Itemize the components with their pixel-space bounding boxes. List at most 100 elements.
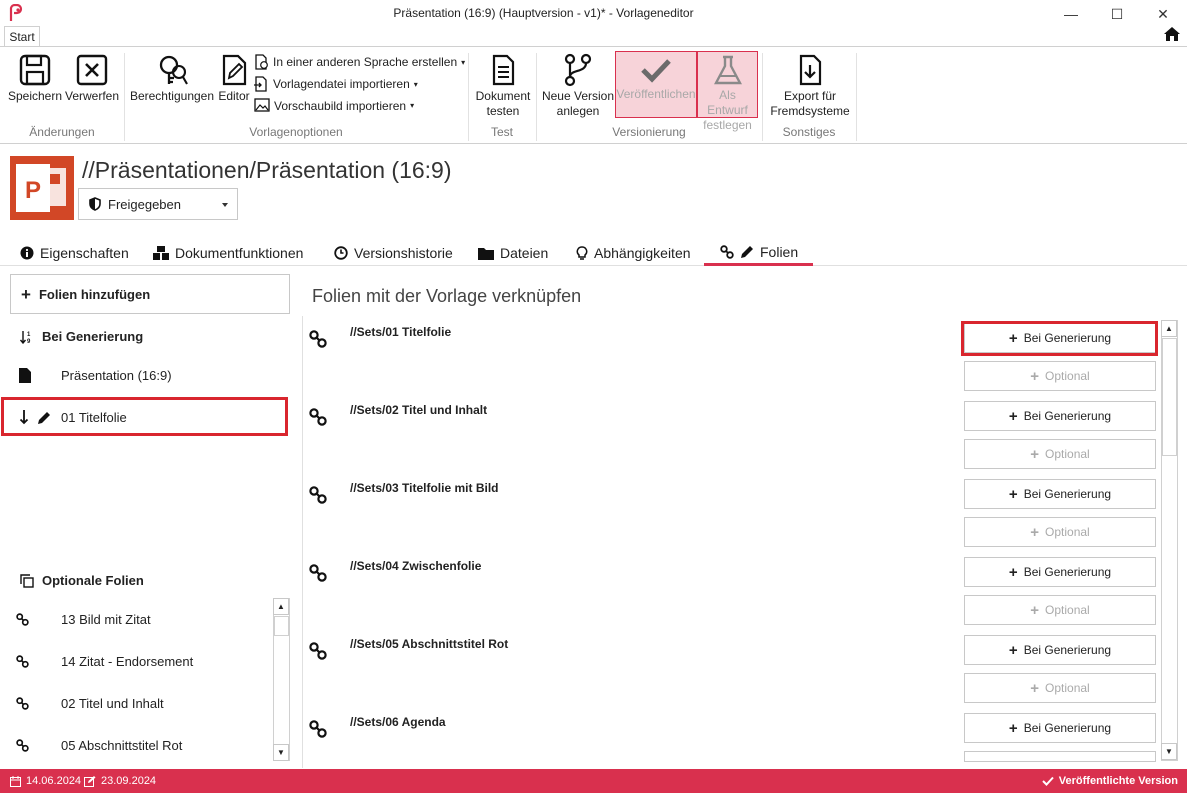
export-label-line2: Fremdsysteme bbox=[770, 104, 850, 118]
optional-heading: Optionale Folien bbox=[20, 573, 144, 588]
scroll-thumb[interactable] bbox=[274, 616, 289, 636]
slide-title: //Sets/02 Titel und Inhalt bbox=[350, 403, 488, 417]
new-version-label-line2: anlegen bbox=[556, 104, 600, 118]
new-version-label-line1: Neue Version bbox=[541, 89, 615, 103]
optional-button[interactable] bbox=[964, 751, 1156, 762]
permissions-label: Berechtigungen bbox=[129, 89, 215, 103]
list-item[interactable]: 13 Bild mit Zitat bbox=[16, 612, 151, 627]
on-generation-button[interactable]: + Bei Generierung bbox=[964, 713, 1156, 743]
scroll-down-button[interactable]: ▼ bbox=[1161, 743, 1177, 760]
import-preview-label: Vorschaubild importieren bbox=[274, 98, 407, 113]
slide-title: //Sets/06 Agenda bbox=[350, 715, 446, 729]
list-item[interactable]: Präsentation (16:9) bbox=[16, 368, 172, 383]
tab-document-functions[interactable]: Dokumentfunktionen bbox=[153, 240, 303, 266]
plus-icon: + bbox=[21, 284, 31, 304]
scroll-up-button[interactable]: ▲ bbox=[1161, 320, 1177, 337]
editor-button[interactable]: Editor bbox=[216, 53, 252, 104]
plus-icon: + bbox=[1008, 719, 1018, 737]
group-label-changes: Änderungen bbox=[29, 125, 95, 139]
group-label-test: Test bbox=[490, 125, 513, 139]
tab-properties[interactable]: Eigenschaften bbox=[20, 240, 129, 266]
publish-button[interactable]: Veröffentlichen bbox=[615, 51, 697, 118]
svg-text:1: 1 bbox=[27, 332, 31, 338]
minimize-button[interactable]: — bbox=[1048, 0, 1094, 28]
create-language-button[interactable]: In einer anderen Sprache erstellen ▾ bbox=[254, 54, 465, 70]
created-date: 14.06.2024 bbox=[10, 775, 81, 787]
discard-button[interactable]: Verwerfen bbox=[64, 53, 120, 104]
maximize-button[interactable]: ☐ bbox=[1094, 0, 1140, 28]
optional-button[interactable]: + Optional bbox=[964, 439, 1156, 469]
scroll-up-button[interactable]: ▲ bbox=[273, 598, 289, 615]
close-button[interactable]: ✕ bbox=[1140, 0, 1186, 28]
on-generation-button[interactable]: + Bei Generierung bbox=[964, 635, 1156, 665]
save-icon bbox=[19, 54, 51, 86]
new-version-button[interactable]: Neue Version anlegen bbox=[540, 53, 616, 119]
folder-icon bbox=[478, 247, 494, 260]
tab-files[interactable]: Dateien bbox=[478, 240, 548, 266]
scroll-down-button[interactable]: ▼ bbox=[273, 744, 289, 761]
list-item[interactable]: 05 Abschnittstitel Rot bbox=[16, 738, 182, 753]
powerpoint-icon: P bbox=[10, 156, 74, 220]
generation-heading: 19 Bei Generierung bbox=[20, 329, 143, 344]
tab-dependencies[interactable]: Abhängigkeiten bbox=[576, 240, 691, 266]
optional-button[interactable]: + Optional bbox=[964, 361, 1156, 391]
home-icon[interactable] bbox=[1163, 26, 1181, 44]
file-icon bbox=[19, 368, 31, 383]
group-label-misc: Sonstiges bbox=[782, 125, 836, 139]
link-icon bbox=[309, 564, 327, 582]
section-heading: Folien mit der Vorlage verknüpfen bbox=[312, 286, 582, 306]
add-slides-button[interactable]: + Folien hinzufügen bbox=[10, 274, 290, 314]
save-button[interactable]: Speichern bbox=[6, 53, 64, 104]
list-item[interactable]: 02 Titel und Inhalt bbox=[16, 696, 164, 711]
group-label-template-options: Vorlagenoptionen bbox=[249, 125, 343, 139]
on-generation-button[interactable]: + Bei Generierung bbox=[964, 557, 1156, 587]
slide-title: //Sets/04 Zwischenfolie bbox=[350, 559, 482, 573]
document-globe-icon bbox=[255, 54, 268, 70]
tab-label: Dateien bbox=[500, 245, 549, 261]
permissions-button[interactable]: Berechtigungen bbox=[128, 53, 216, 104]
scroll-thumb[interactable] bbox=[1162, 338, 1177, 456]
tab-slides[interactable]: Folien bbox=[704, 240, 813, 266]
optional-button[interactable]: + Optional bbox=[964, 595, 1156, 625]
ribbon-tab-start[interactable]: Start bbox=[4, 26, 40, 47]
checkmark-icon bbox=[1042, 776, 1054, 786]
cubes-icon bbox=[153, 246, 169, 260]
link-icon bbox=[720, 244, 734, 259]
test-document-label-line2: testen bbox=[486, 104, 520, 118]
plus-icon: + bbox=[1008, 641, 1018, 659]
publish-label: Veröffentlichen bbox=[616, 87, 696, 101]
modified-date-value: 23.09.2024 bbox=[101, 775, 157, 787]
tab-label: Versionshistorie bbox=[354, 245, 453, 261]
on-generation-button[interactable]: + Bei Generierung bbox=[964, 479, 1156, 509]
set-draft-button[interactable]: Als Entwurf festlegen bbox=[697, 51, 758, 132]
lightbulb-icon bbox=[576, 245, 588, 260]
arrow-up-icon: ▲ bbox=[1165, 324, 1173, 333]
optional-button[interactable]: + Optional bbox=[964, 517, 1156, 547]
discard-icon bbox=[76, 54, 108, 86]
discard-label: Verwerfen bbox=[64, 89, 120, 103]
tab-label: Folien bbox=[760, 243, 799, 260]
add-slides-label: Folien hinzufügen bbox=[38, 286, 151, 302]
checkmark-icon bbox=[641, 59, 671, 83]
link-icon bbox=[309, 330, 327, 348]
import-template-button[interactable]: Vorlagendatei importieren ▾ bbox=[254, 76, 418, 92]
export-button[interactable]: Export für Fremdsysteme bbox=[766, 53, 854, 119]
list-item[interactable]: 14 Zitat - Endorsement bbox=[16, 654, 193, 669]
optional-button[interactable]: + Optional bbox=[964, 673, 1156, 703]
link-icon bbox=[16, 697, 29, 710]
version-state-value: Veröffentlichte Version bbox=[1058, 775, 1178, 787]
tab-label: Dokumentfunktionen bbox=[175, 245, 304, 261]
status-dropdown[interactable]: Freigegeben bbox=[78, 188, 238, 220]
on-generation-button[interactable]: + Bei Generierung bbox=[964, 401, 1156, 431]
shield-icon bbox=[89, 197, 101, 211]
link-icon bbox=[309, 720, 327, 738]
test-document-button[interactable]: Dokument testen bbox=[472, 53, 534, 119]
link-icon bbox=[309, 408, 327, 426]
button-label: Optional bbox=[1045, 525, 1090, 539]
pencil-icon bbox=[741, 245, 753, 258]
tab-version-history[interactable]: Versionshistorie bbox=[334, 240, 453, 266]
slide-title: //Sets/03 Titelfolie mit Bild bbox=[350, 481, 499, 495]
import-preview-button[interactable]: Vorschaubild importieren ▾ bbox=[254, 98, 414, 113]
button-label: Optional bbox=[1045, 681, 1090, 695]
panel-divider bbox=[302, 316, 303, 768]
